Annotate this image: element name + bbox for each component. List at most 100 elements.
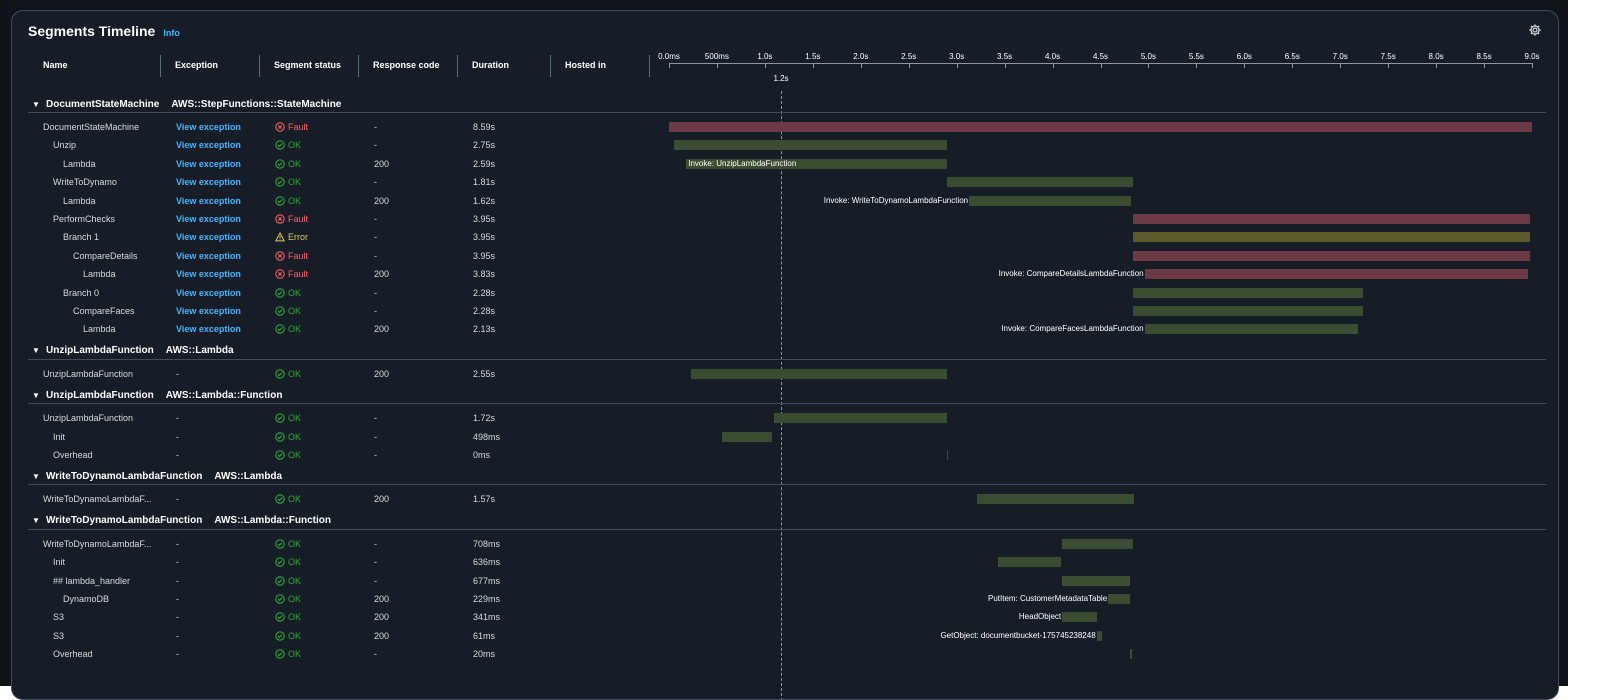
segment-row[interactable]: Branch 0 View exception OK - 2.28s <box>12 286 1558 300</box>
segment-group-header[interactable]: ▼ UnzipLambdaFunction AWS::Lambda::Functio… <box>32 388 282 402</box>
timeline-bar[interactable] <box>1062 612 1097 623</box>
segment-row[interactable]: Init - OK - 498ms <box>12 430 1558 444</box>
view-exception-link[interactable]: View exception <box>176 138 241 152</box>
segment-row[interactable]: S3 - OK 200 341ms HeadObject <box>12 610 1558 624</box>
segment-row[interactable]: DynamoDB - OK 200 229ms PutItem: CustomerMeta… <box>12 592 1558 606</box>
timeline-bar[interactable] <box>947 450 949 460</box>
exception-value: - <box>176 594 179 604</box>
column-header-exception[interactable]: Exception <box>175 59 218 71</box>
timeline-tick <box>764 63 766 68</box>
view-exception-link[interactable]: View exception <box>176 194 241 208</box>
column-divider[interactable] <box>259 55 260 77</box>
check-circle-icon <box>275 649 285 659</box>
view-exception-link[interactable]: View exception <box>176 157 241 171</box>
segment-row[interactable]: S3 - OK 200 61ms GetObject: documentbucket-17… <box>12 629 1558 643</box>
segment-row[interactable]: CompareFaces View exception OK - 2.28s <box>12 304 1558 318</box>
segment-row[interactable]: Branch 1 View exception Error - 3.95s <box>12 230 1558 244</box>
timeline-bar[interactable] <box>1096 630 1103 641</box>
segment-row[interactable]: Overhead - OK - 20ms <box>12 647 1558 661</box>
info-link[interactable]: Info <box>163 28 180 38</box>
segment-row[interactable]: WriteToDynamo View exception OK - 1.81s <box>12 175 1558 189</box>
timeline-bar[interactable] <box>1133 287 1364 298</box>
column-divider[interactable] <box>550 55 551 77</box>
segment-group-header[interactable]: ▼ UnzipLambdaFunction AWS::Lambda <box>32 344 234 358</box>
response-code: - <box>374 306 377 316</box>
segment-name: WriteToDynamoLambdaF... <box>43 538 152 549</box>
column-divider[interactable] <box>457 55 458 77</box>
view-exception-link[interactable]: View exception <box>176 212 241 226</box>
segment-status: Fault <box>275 212 308 226</box>
timeline-bar[interactable] <box>774 413 948 424</box>
segment-status: OK <box>275 537 301 551</box>
response-code: 200 <box>374 594 390 604</box>
timeline-bar[interactable] <box>997 557 1062 568</box>
segment-row[interactable]: UnzipLambdaFunction - OK 200 2.55s <box>12 367 1558 381</box>
segment-row[interactable]: Unzip View exception OK - 2.75s <box>12 138 1558 152</box>
segment-group-header[interactable]: ▼ DocumentStateMachine AWS::StepFunctions:… <box>32 97 341 111</box>
view-exception-link[interactable]: View exception <box>176 304 241 318</box>
segment-row[interactable]: ## lambda_handler - OK - 677ms <box>12 574 1558 588</box>
duration-value: 2.28s <box>473 306 496 316</box>
timeline-bar-label: Invoke: CompareDetailsLambdaFunction <box>998 269 1144 279</box>
column-header-hosted-in[interactable]: Hosted in <box>565 59 606 71</box>
column-header-response-code[interactable]: Response code <box>373 59 440 71</box>
segment-row[interactable]: DocumentStateMachine View exception Fault -… <box>12 120 1558 134</box>
segment-row[interactable]: Lambda View exception Fault 200 3.83s Invoke:… <box>12 267 1558 281</box>
view-exception-link[interactable]: View exception <box>176 120 241 134</box>
caret-down-icon[interactable]: ▼ <box>32 516 40 525</box>
response-code: - <box>374 214 377 224</box>
timeline-bar[interactable] <box>1133 214 1531 224</box>
timeline-bar[interactable] <box>1133 232 1531 243</box>
segment-status: OK <box>275 286 301 300</box>
timeline-bar[interactable] <box>947 177 1134 188</box>
caret-down-icon[interactable]: ▼ <box>32 346 40 355</box>
column-divider[interactable] <box>160 55 161 77</box>
timeline-bar[interactable] <box>721 431 772 442</box>
caret-down-icon[interactable]: ▼ <box>32 472 40 481</box>
view-exception-link[interactable]: View exception <box>176 249 241 263</box>
timeline-bar[interactable] <box>1144 269 1529 280</box>
timeline-bar[interactable] <box>673 140 948 151</box>
timeline-tick-label: 6.0s <box>1236 52 1252 61</box>
check-circle-icon <box>275 413 285 423</box>
view-exception-link[interactable]: View exception <box>176 286 241 300</box>
caret-down-icon[interactable]: ▼ <box>32 391 40 400</box>
segment-row[interactable]: Lambda View exception OK 200 2.59s Invoke: Un… <box>12 157 1558 171</box>
segment-row[interactable]: WriteToDynamoLambdaF... - OK 200 1.57s <box>12 492 1558 506</box>
timeline-bar[interactable] <box>669 122 1532 132</box>
view-exception-link[interactable]: View exception <box>176 267 241 281</box>
segment-row[interactable]: Lambda View exception OK 200 1.62s Invoke: Wr… <box>12 194 1558 208</box>
settings-gear-icon[interactable] <box>1528 23 1542 37</box>
column-header-name[interactable]: Name <box>43 59 68 71</box>
view-exception-link[interactable]: View exception <box>176 175 241 189</box>
segment-group-header[interactable]: ▼ WriteToDynamoLambdaFunction AWS::Lambda:… <box>32 514 331 528</box>
timeline-bar[interactable] <box>969 195 1132 206</box>
timeline-bar[interactable] <box>1133 250 1531 261</box>
view-exception-link[interactable]: View exception <box>176 230 241 244</box>
segment-row[interactable]: PerformChecks View exception Fault - 3.95s <box>12 212 1558 226</box>
timeline-bar[interactable] <box>1133 306 1364 316</box>
segment-group-header[interactable]: ▼ WriteToDynamoLambdaFunction AWS::Lambda <box>32 469 282 483</box>
segment-row[interactable]: Lambda View exception OK 200 2.13s Invoke: Co… <box>12 322 1558 336</box>
segment-row[interactable]: UnzipLambdaFunction - OK - 1.72s <box>12 411 1558 425</box>
timeline-bar[interactable] <box>1062 538 1134 549</box>
caret-down-icon[interactable]: ▼ <box>32 100 40 109</box>
timeline-bar[interactable] <box>1144 324 1359 335</box>
timeline-bar[interactable] <box>1062 575 1131 586</box>
column-header-segment-status[interactable]: Segment status <box>274 59 341 71</box>
group-divider <box>28 358 1546 360</box>
timeline-bar[interactable] <box>1108 594 1131 604</box>
column-header-duration[interactable]: Duration <box>472 59 509 71</box>
column-divider[interactable] <box>358 55 359 77</box>
duration-value: 2.55s <box>473 368 496 379</box>
view-exception-link[interactable]: View exception <box>176 322 241 336</box>
timeline-bar[interactable] <box>976 494 1135 505</box>
segment-row[interactable]: CompareDetails View exception Fault - 3.95s <box>12 249 1558 263</box>
timeline-tick-label: 9.0s <box>1524 52 1540 61</box>
segment-row[interactable]: Overhead - OK - 0ms <box>12 448 1558 462</box>
column-divider[interactable] <box>649 55 650 77</box>
timeline-bar[interactable] <box>691 368 948 379</box>
segment-row[interactable]: Init - OK - 636ms <box>12 555 1558 569</box>
timeline-bar[interactable] <box>1130 649 1133 660</box>
segment-row[interactable]: WriteToDynamoLambdaF... - OK - 708ms <box>12 537 1558 551</box>
